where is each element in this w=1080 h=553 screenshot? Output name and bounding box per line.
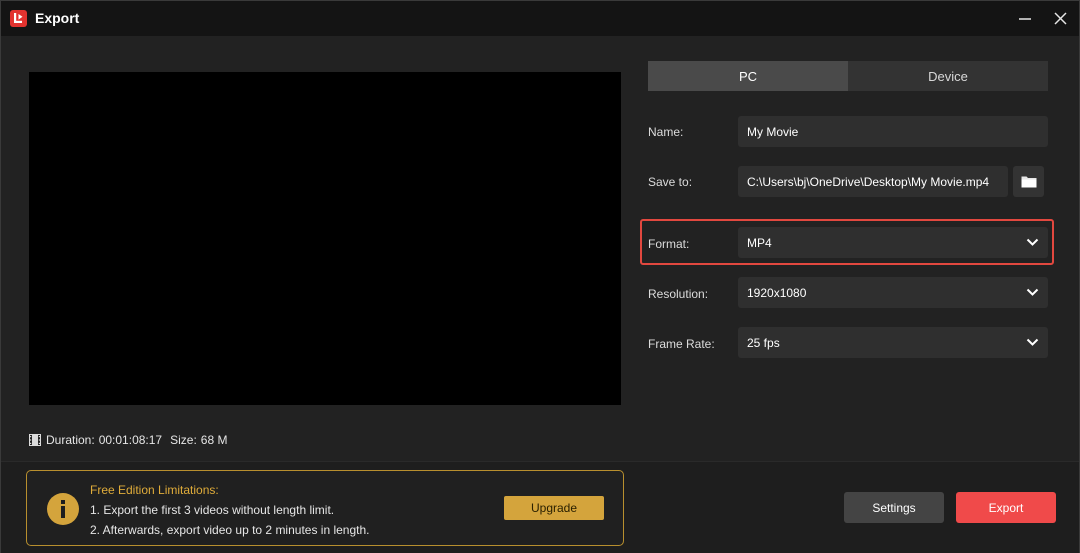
size-label: Size: xyxy=(170,433,197,447)
format-label: Format: xyxy=(648,237,690,251)
settings-button[interactable]: Settings xyxy=(844,492,944,523)
format-select[interactable]: MP4 xyxy=(738,227,1048,258)
video-preview xyxy=(29,72,621,405)
footer-bar: Free Edition Limitations: 1. Export the … xyxy=(1,461,1079,553)
free-edition-notice: Free Edition Limitations: 1. Export the … xyxy=(26,470,624,546)
resolution-value: 1920x1080 xyxy=(747,285,807,300)
frame-rate-value: 25 fps xyxy=(747,335,780,350)
size-value: 68 M xyxy=(200,433,228,447)
resolution-select[interactable]: 1920x1080 xyxy=(738,277,1048,308)
frame-rate-label: Frame Rate: xyxy=(648,337,715,351)
close-button[interactable] xyxy=(1048,7,1072,31)
format-value: MP4 xyxy=(747,235,772,250)
export-button[interactable]: Export xyxy=(956,492,1056,523)
upgrade-button[interactable]: Upgrade xyxy=(504,496,604,520)
save-to-input[interactable]: C:\Users\bj\OneDrive\Desktop\My Movie.mp… xyxy=(738,166,1008,197)
film-icon xyxy=(29,434,41,446)
resolution-label: Resolution: xyxy=(648,287,709,301)
title-bar: Export xyxy=(1,1,1079,36)
close-icon xyxy=(1054,12,1067,25)
folder-icon xyxy=(1021,176,1036,188)
name-input[interactable]: My Movie xyxy=(738,116,1048,147)
notice-line-2: 2. Afterwards, export video up to 2 minu… xyxy=(90,523,370,537)
name-label: Name: xyxy=(648,125,684,139)
chevron-down-icon xyxy=(1026,288,1039,296)
chevron-down-icon xyxy=(1026,338,1039,346)
main-content: Duration: 00:01:08:17 Size: 68 M PC Devi… xyxy=(1,36,1079,461)
export-dialog: Export Duration: 00:01:08:17 Size: 68 M … xyxy=(0,0,1080,553)
frame-rate-select[interactable]: 25 fps xyxy=(738,327,1048,358)
app-logo-icon xyxy=(10,10,27,27)
notice-title: Free Edition Limitations: xyxy=(90,483,219,497)
video-meta: Duration: 00:01:08:17 Size: 68 M xyxy=(29,432,227,448)
save-to-value: C:\Users\bj\OneDrive\Desktop\My Movie.mp… xyxy=(747,174,990,189)
notice-line-1: 1. Export the first 3 videos without len… xyxy=(90,503,335,517)
destination-tabs: PC Device xyxy=(648,61,1048,91)
duration-value: 00:01:08:17 xyxy=(98,433,163,447)
chevron-down-icon xyxy=(1026,238,1039,246)
window-title: Export xyxy=(35,10,80,26)
save-to-label: Save to: xyxy=(648,175,693,189)
name-value: My Movie xyxy=(747,124,799,139)
minimize-button[interactable] xyxy=(1013,7,1037,31)
browse-folder-button[interactable] xyxy=(1013,166,1044,197)
tab-pc[interactable]: PC xyxy=(648,61,848,91)
tab-device[interactable]: Device xyxy=(848,61,1048,91)
minimize-icon xyxy=(1019,18,1031,20)
info-icon xyxy=(47,493,79,525)
duration-label: Duration: xyxy=(46,433,95,447)
